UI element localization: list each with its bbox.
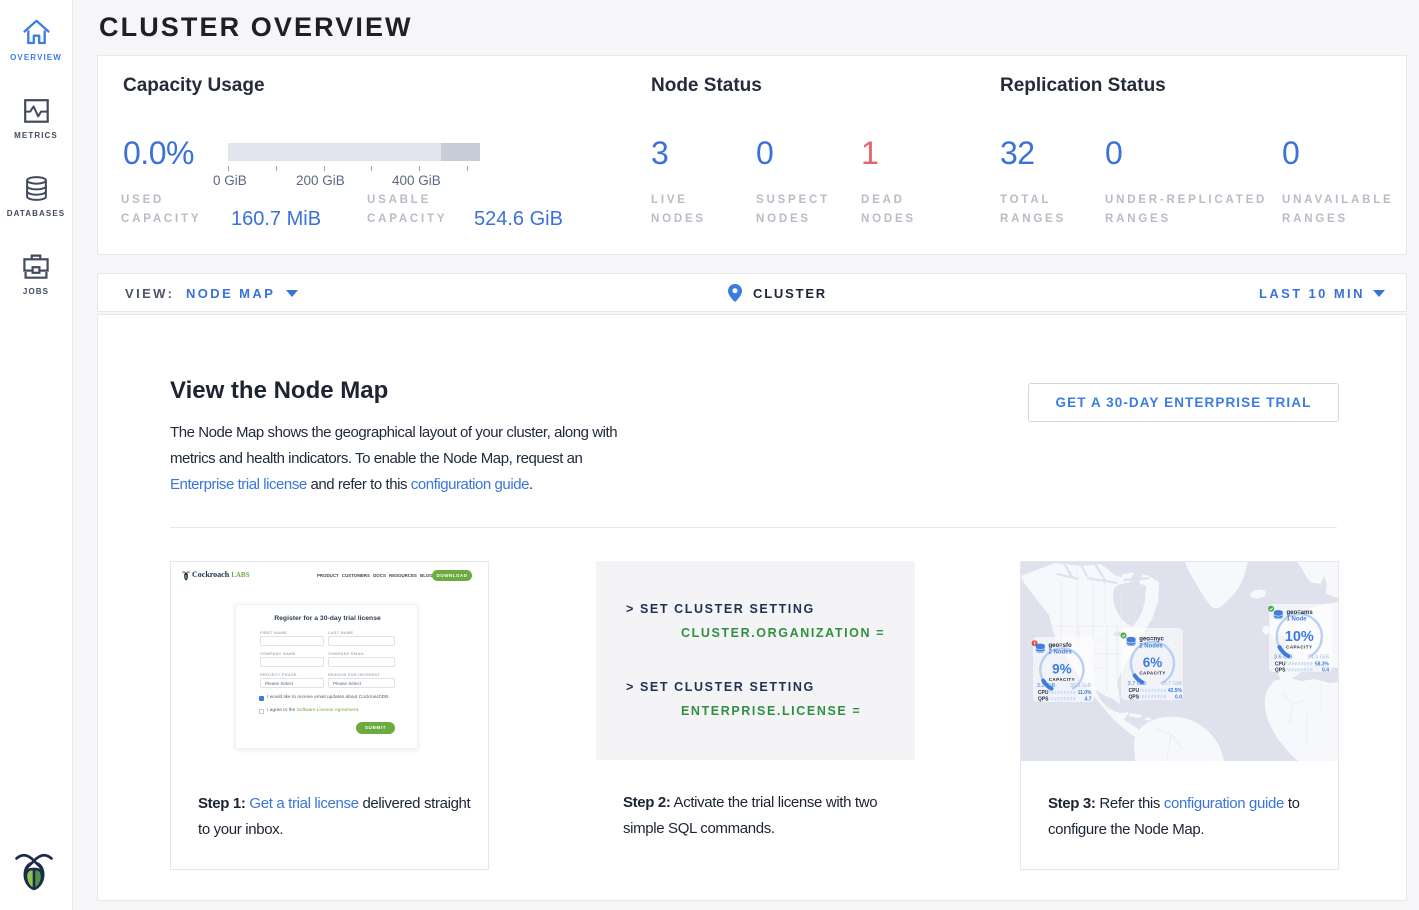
svg-text:34.4 GiB: 34.4 GiB	[1307, 654, 1329, 660]
svg-text:geo=ams: geo=ams	[1287, 610, 1314, 616]
svg-text:2 Nodes: 2 Nodes	[1049, 650, 1073, 656]
svg-text:42.5%: 42.5%	[1168, 688, 1183, 694]
svg-text:CPU: CPU	[1129, 688, 1140, 694]
svg-text:CPU: CPU	[1038, 690, 1049, 696]
svg-text:10%: 10%	[1285, 629, 1314, 645]
svg-text:0.0: 0.0	[1175, 694, 1182, 700]
svg-text:11.0%: 11.0%	[1078, 690, 1092, 696]
svg-text:geo=nyc: geo=nyc	[1139, 637, 1164, 643]
svg-text:geo=sfo: geo=sfo	[1049, 643, 1073, 649]
svg-text:CPU: CPU	[1275, 661, 1286, 667]
svg-text:QPS: QPS	[1129, 694, 1140, 700]
svg-text:QPS: QPS	[1275, 668, 1286, 674]
svg-text:1 Node: 1 Node	[1287, 617, 1308, 623]
svg-text:3.2 GiB: 3.2 GiB	[1037, 683, 1056, 689]
svg-text:0.4: 0.4	[1322, 668, 1329, 674]
svg-text:4.7: 4.7	[1085, 696, 1092, 702]
svg-text:2 Nodes: 2 Nodes	[1139, 643, 1163, 649]
svg-text:9%: 9%	[1052, 662, 1072, 677]
svg-text:CAPACITY: CAPACITY	[1286, 645, 1312, 650]
svg-text:CAPACITY: CAPACITY	[1049, 677, 1075, 682]
svg-text:QPS: QPS	[1038, 696, 1049, 702]
svg-text:43.7 GiB: 43.7 GiB	[1160, 681, 1182, 687]
svg-text:35.1 GiB: 35.1 GiB	[1070, 683, 1092, 689]
svg-text:3.7 GiB: 3.7 GiB	[1128, 681, 1147, 687]
svg-text:58.3%: 58.3%	[1315, 661, 1330, 667]
svg-text:3.6 GiB: 3.6 GiB	[1274, 654, 1293, 660]
svg-text:6%: 6%	[1143, 655, 1163, 670]
svg-text:CAPACITY: CAPACITY	[1139, 671, 1165, 676]
